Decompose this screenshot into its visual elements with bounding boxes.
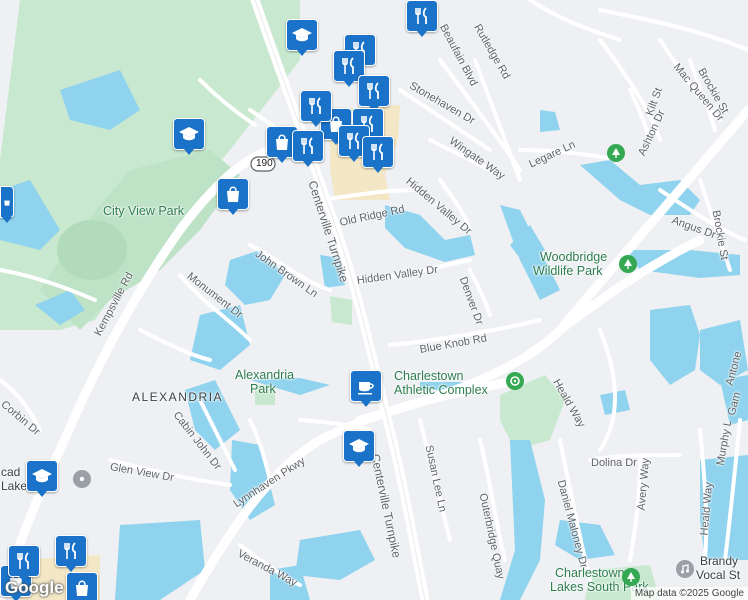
place-alexandria-park-line1[interactable]: Alexandria <box>235 369 294 382</box>
area-label-alexandria: ALEXANDRIA <box>132 390 224 404</box>
restaurant-icon[interactable] <box>406 0 438 37</box>
place-city-view-park[interactable]: City View Park <box>103 205 184 218</box>
cafe-icon[interactable] <box>350 370 382 407</box>
restaurant-icon[interactable] <box>292 130 324 167</box>
place-charlestown-line1[interactable]: Charlestown <box>394 370 463 383</box>
google-logo: Google <box>5 578 64 597</box>
school-icon[interactable] <box>343 430 375 467</box>
shopping-icon[interactable] <box>0 186 14 223</box>
school-icon[interactable] <box>173 118 205 155</box>
school-icon[interactable] <box>26 460 58 497</box>
place-cad-line2[interactable]: Lake <box>1 480 27 492</box>
place-charlestowne-lakes-line1[interactable]: Charlestowne <box>555 567 631 580</box>
park-tree-icon[interactable] <box>622 568 640 586</box>
restaurant-icon[interactable] <box>300 90 332 127</box>
restaurant-icon[interactable] <box>358 75 390 112</box>
place-brandy-line1[interactable]: Brandy <box>700 555 738 567</box>
shopping-icon[interactable] <box>66 572 98 600</box>
restaurant-icon[interactable] <box>362 136 394 173</box>
place-alexandria-park-line2[interactable]: Park <box>250 383 276 396</box>
place-cad-line1[interactable]: cad <box>1 466 20 478</box>
place-brandy-line2[interactable]: Vocal St <box>696 569 740 581</box>
music-school-icon[interactable] <box>676 560 694 578</box>
map-attribution: Map data ©2025 Google <box>630 587 748 600</box>
road-label-dolina-dr: Dolina Dr <box>591 457 637 469</box>
restaurant-icon[interactable] <box>55 535 87 572</box>
place-charlestown-line2[interactable]: Athletic Complex <box>394 384 488 397</box>
restaurant-icon[interactable] <box>8 545 40 582</box>
shopping-icon[interactable] <box>217 178 249 215</box>
park-tree-icon[interactable] <box>607 144 625 162</box>
sports-complex-icon[interactable] <box>506 372 524 390</box>
location-pin-icon[interactable] <box>73 470 91 488</box>
map-canvas[interactable]: 190 Centerville Turnpike Centerville Tur… <box>0 0 748 600</box>
school-icon[interactable] <box>286 19 318 56</box>
place-woodbridge-line2[interactable]: Wildlife Park <box>533 265 602 278</box>
route-shield-190: 190 <box>256 158 273 169</box>
place-woodbridge-line1[interactable]: Woodbridge <box>540 251 607 264</box>
park-tree-icon[interactable] <box>619 255 637 273</box>
